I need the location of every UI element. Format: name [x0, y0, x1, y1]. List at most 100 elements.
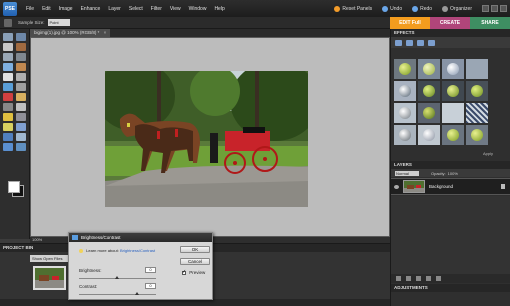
learn-more-link[interactable]: Brightness/Contrast — [120, 248, 155, 253]
redo-button[interactable]: Redo — [412, 5, 432, 12]
menu-layer[interactable]: Layer — [104, 6, 125, 12]
effect-thumb[interactable] — [466, 81, 488, 101]
brightness-slider[interactable] — [79, 276, 156, 279]
menu-help[interactable]: Help — [210, 6, 228, 12]
menu-window[interactable]: Window — [185, 6, 211, 12]
close-button[interactable] — [500, 5, 507, 12]
menu-file[interactable]: File — [22, 6, 38, 12]
delete-layer-icon[interactable] — [436, 276, 441, 281]
effect-thumb[interactable] — [394, 125, 416, 145]
brightness-slider-thumb[interactable] — [115, 276, 119, 279]
menu-select[interactable]: Select — [125, 6, 147, 12]
minimize-button[interactable] — [482, 5, 489, 12]
tennis-ball-icon — [423, 85, 435, 97]
contrast-slider[interactable] — [79, 292, 156, 295]
effect-thumb[interactable] — [442, 81, 464, 101]
layer-styles-icon[interactable] — [406, 39, 413, 46]
blur-tool-icon[interactable] — [16, 133, 26, 141]
foreground-color-swatch[interactable] — [8, 181, 20, 193]
move-tool-icon[interactable] — [3, 33, 13, 41]
effect-thumb[interactable] — [418, 59, 440, 79]
effect-thumb[interactable] — [442, 59, 464, 79]
document-tab[interactable]: bigimg(1).jpg @ 100% (RGB/8) * × — [30, 29, 111, 37]
opacity-value[interactable]: 100% — [448, 171, 458, 176]
sample-size-select[interactable]: Point Sample — [47, 19, 70, 32]
marquee-tool-icon[interactable] — [3, 53, 13, 61]
smart-brush-icon[interactable] — [16, 113, 26, 121]
filters-icon[interactable] — [395, 39, 402, 46]
apply-button[interactable]: Apply — [483, 151, 493, 156]
type-tool-icon[interactable] — [3, 73, 13, 81]
crop-tool-icon[interactable] — [16, 73, 26, 81]
effect-thumb[interactable] — [442, 125, 464, 145]
new-layer-icon[interactable] — [396, 276, 401, 281]
effects-header[interactable]: EFFECTS — [391, 29, 510, 37]
hand-tool-icon[interactable] — [3, 43, 13, 51]
preview-checkbox[interactable]: Preview — [182, 269, 205, 275]
cancel-button[interactable]: Cancel — [180, 258, 210, 265]
tab-edit[interactable]: EDIT Full — [390, 17, 430, 29]
adjustment-layer-icon[interactable] — [406, 276, 411, 281]
tab-create[interactable]: CREATE — [430, 17, 470, 29]
effect-thumb[interactable] — [442, 103, 464, 123]
link-layers-icon[interactable] — [416, 276, 421, 281]
menu-edit[interactable]: Edit — [38, 6, 55, 12]
healing-brush-icon[interactable] — [16, 93, 26, 101]
layers-header[interactable]: LAYERS — [391, 161, 510, 169]
brightness-input[interactable]: 0 — [145, 267, 156, 273]
sponge-tool-icon[interactable] — [3, 143, 13, 151]
red-eye-tool-icon[interactable] — [3, 93, 13, 101]
eyedropper-tool-icon[interactable] — [16, 43, 26, 51]
maximize-button[interactable] — [491, 5, 498, 12]
magic-wand-icon[interactable] — [3, 63, 13, 71]
effect-thumb[interactable] — [418, 125, 440, 145]
effect-thumb[interactable] — [418, 81, 440, 101]
blend-mode-select[interactable]: Normal — [395, 170, 419, 176]
adjustments-header[interactable]: ADJUSTMENTS — [391, 284, 510, 292]
undo-button[interactable]: Undo — [382, 5, 402, 12]
menu-filter[interactable]: Filter — [147, 6, 166, 12]
brush-tool-icon[interactable] — [3, 113, 13, 121]
document-tab-title: bigimg(1).jpg @ 100% (RGB/8) * — [34, 30, 100, 35]
zoom-readout[interactable]: 100% — [32, 237, 42, 242]
lock-layer-icon[interactable] — [426, 276, 431, 281]
all-effects-icon[interactable] — [428, 39, 435, 46]
ok-button[interactable]: OK — [180, 246, 210, 253]
menu-view[interactable]: View — [166, 6, 185, 12]
organizer-button[interactable]: Organizer — [442, 5, 472, 12]
layer-row-background[interactable]: Background — [391, 178, 510, 195]
menu-enhance[interactable]: Enhance — [77, 6, 105, 12]
effect-thumb[interactable] — [466, 103, 488, 123]
effect-thumb[interactable] — [394, 59, 416, 79]
photo-horse-carriage[interactable] — [105, 71, 308, 207]
eraser-tool-icon[interactable] — [16, 103, 26, 111]
show-open-files-select[interactable]: Show Open Files — [30, 255, 68, 262]
photo-effects-icon[interactable] — [417, 39, 424, 46]
gradient-tool-icon[interactable] — [16, 123, 26, 131]
effect-thumb[interactable] — [394, 81, 416, 101]
pencil-tool-icon[interactable] — [16, 143, 26, 151]
effect-thumb[interactable] — [466, 125, 488, 145]
lasso-tool-icon[interactable] — [16, 53, 26, 61]
menu-image[interactable]: Image — [55, 6, 77, 12]
straighten-tool-icon[interactable] — [16, 83, 26, 91]
effect-thumb[interactable] — [466, 59, 488, 79]
zoom-tool-icon[interactable] — [16, 33, 26, 41]
reset-panels-button[interactable]: Reset Panels — [334, 5, 372, 12]
contrast-slider-thumb[interactable] — [135, 292, 139, 295]
contrast-input[interactable]: 0 — [145, 283, 156, 289]
cookie-cutter-icon[interactable] — [3, 83, 13, 91]
project-bin-thumbnail[interactable] — [33, 266, 66, 290]
dialog-title-bar[interactable]: Brightness/Contrast — [69, 233, 212, 242]
clone-stamp-icon[interactable] — [3, 103, 13, 111]
effect-thumb[interactable] — [394, 103, 416, 123]
tab-share[interactable]: SHARE — [470, 17, 510, 29]
effect-thumb[interactable] — [418, 103, 440, 123]
quick-selection-icon[interactable] — [16, 63, 26, 71]
canvas-area[interactable] — [30, 37, 390, 237]
preview-check-icon[interactable] — [182, 269, 186, 275]
paint-bucket-icon[interactable] — [3, 123, 13, 131]
close-tab-icon[interactable]: × — [104, 30, 107, 35]
visibility-eye-icon[interactable] — [394, 184, 399, 189]
shape-tool-icon[interactable] — [3, 133, 13, 141]
